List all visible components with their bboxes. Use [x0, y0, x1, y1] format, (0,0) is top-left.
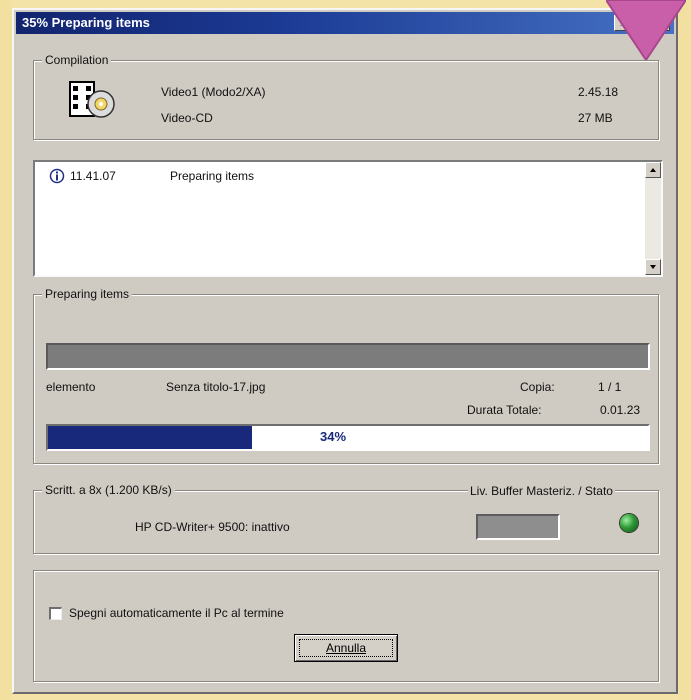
- overall-progress-bar: [46, 343, 650, 370]
- total-duration-label: Durata Totale:: [467, 403, 542, 417]
- cancel-button[interactable]: Annulla: [294, 634, 398, 662]
- compilation-name: Video1 (Modo2/XA): [161, 85, 266, 99]
- video-cd-icon: [69, 81, 115, 118]
- item-value: Senza titolo-17.jpg: [166, 380, 266, 394]
- scroll-up-button[interactable]: [645, 162, 661, 178]
- pink-arrow-overlay: [606, 0, 686, 62]
- item-progress-bar: 34%: [46, 424, 650, 451]
- copy-value: 1 / 1: [598, 380, 622, 394]
- total-duration-value: 0.01.23: [600, 403, 641, 417]
- compilation-duration: 2.45.18: [578, 85, 619, 99]
- writer-group: Scritt. a 8x (1.200 KB/s): [33, 483, 659, 554]
- compilation-size: 27 MB: [578, 111, 613, 125]
- log-time: 11.41.07: [70, 169, 116, 183]
- buffer-level-meter: [476, 514, 560, 540]
- log-list[interactable]: 11.41.07 Preparing items: [33, 160, 663, 277]
- compilation-legend: Compilation: [42, 53, 112, 67]
- down-arrow-icon: [650, 265, 656, 269]
- item-progress-text: 34%: [319, 429, 347, 444]
- compilation-group: Compilation: [33, 53, 659, 140]
- writer-legend: Scritt. a 8x (1.200 KB/s): [42, 483, 175, 497]
- scroll-down-button[interactable]: [645, 259, 661, 275]
- options-group: [33, 570, 659, 682]
- up-arrow-icon: [650, 168, 656, 172]
- window-title: 35% Preparing items: [22, 15, 150, 30]
- log-scrollbar[interactable]: [645, 162, 661, 275]
- status-led-icon: [620, 514, 638, 532]
- compilation-format: Video-CD: [161, 111, 213, 125]
- log-entry[interactable]: 11.41.07 Preparing items: [45, 168, 625, 186]
- shutdown-checkbox[interactable]: [49, 607, 62, 620]
- shutdown-label[interactable]: Spegni automaticamente il Pc al termine: [69, 606, 284, 620]
- item-label: elemento: [46, 380, 96, 394]
- background-left: [0, 0, 12, 700]
- log-message: Preparing items: [170, 169, 255, 183]
- writer-device: HP CD-Writer+ 9500: inattivo: [135, 520, 290, 534]
- focus-rectangle: [299, 639, 393, 657]
- title-bar[interactable]: 35% Preparing items _ ✕: [16, 12, 674, 34]
- copy-label: Copia:: [520, 380, 555, 394]
- buffer-status-label: Liv. Buffer Masteriz. / Stato: [468, 484, 615, 498]
- info-icon: [49, 168, 65, 184]
- preparing-legend: Preparing items: [42, 287, 133, 301]
- background-right: [679, 0, 691, 700]
